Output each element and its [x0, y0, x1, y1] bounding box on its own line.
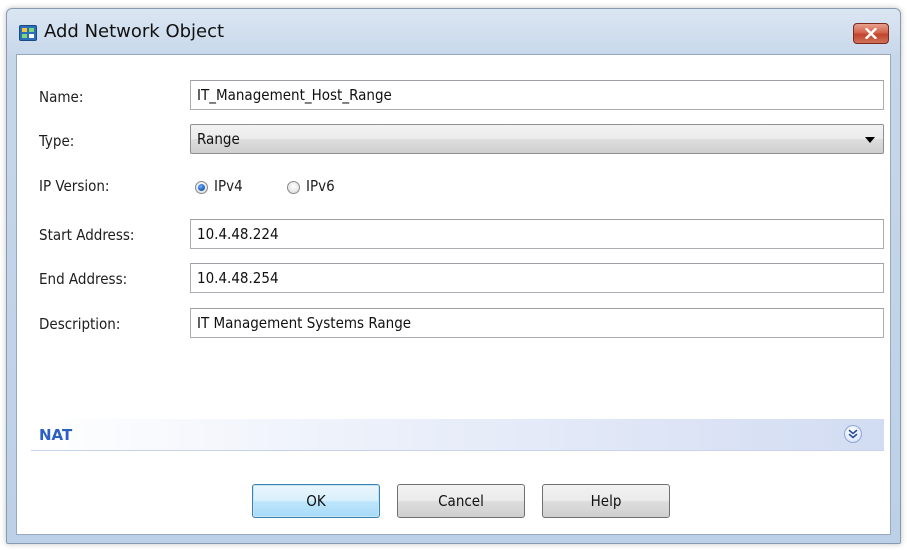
cancel-button[interactable]: Cancel	[397, 484, 525, 518]
description-label: Description:	[39, 315, 121, 333]
close-button[interactable]	[853, 23, 889, 44]
end-address-label: End Address:	[39, 270, 128, 288]
start-address-label: Start Address:	[39, 226, 135, 244]
ip-version-label: IP Version:	[39, 177, 110, 195]
type-label: Type:	[39, 132, 75, 150]
description-input[interactable]: IT Management Systems Range	[190, 308, 884, 338]
ipv4-label[interactable]: IPv4	[214, 177, 243, 195]
dropdown-arrow-icon	[865, 137, 875, 143]
ipv6-label[interactable]: IPv6	[306, 177, 335, 195]
ok-button[interactable]: OK	[252, 484, 380, 518]
type-select[interactable]: Range	[190, 124, 884, 154]
help-button[interactable]: Help	[542, 484, 670, 518]
dialog-title: Add Network Object	[44, 21, 225, 42]
nat-section-header[interactable]: NAT	[31, 419, 884, 451]
double-chevron-down-icon[interactable]	[844, 425, 862, 443]
ipv4-radio[interactable]	[195, 181, 208, 194]
end-address-input[interactable]: 10.4.48.254	[190, 263, 884, 293]
start-address-input[interactable]: 10.4.48.224	[190, 219, 884, 249]
nat-label: NAT	[39, 426, 73, 444]
close-icon	[865, 28, 877, 39]
network-object-icon	[19, 25, 37, 41]
title-bar[interactable]: Add Network Object	[7, 9, 900, 53]
ipv6-radio[interactable]	[287, 181, 300, 194]
name-label: Name:	[39, 88, 84, 106]
type-select-value: Range	[197, 130, 240, 148]
name-input[interactable]: IT_Management_Host_Range	[190, 80, 884, 110]
